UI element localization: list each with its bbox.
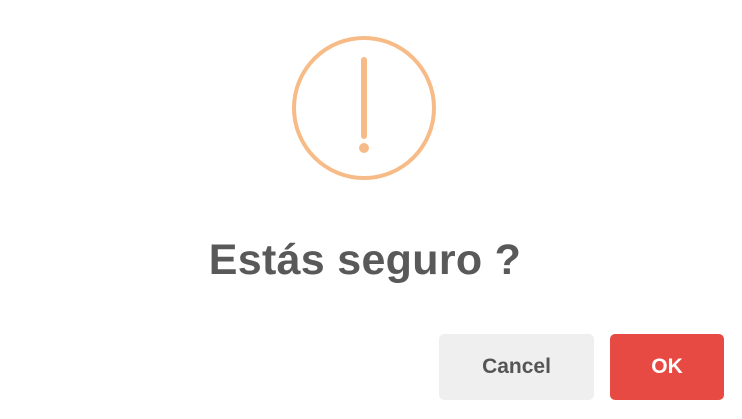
ok-button[interactable]: OK [610, 334, 724, 400]
cancel-button[interactable]: Cancel [439, 334, 594, 400]
dialog-title: Estás seguro ? [208, 236, 522, 284]
warning-exclamation-icon [292, 36, 436, 180]
dialog-actions: Cancel OK [439, 334, 724, 400]
confirm-dialog: Estás seguro ? Cancel OK [0, 0, 742, 419]
